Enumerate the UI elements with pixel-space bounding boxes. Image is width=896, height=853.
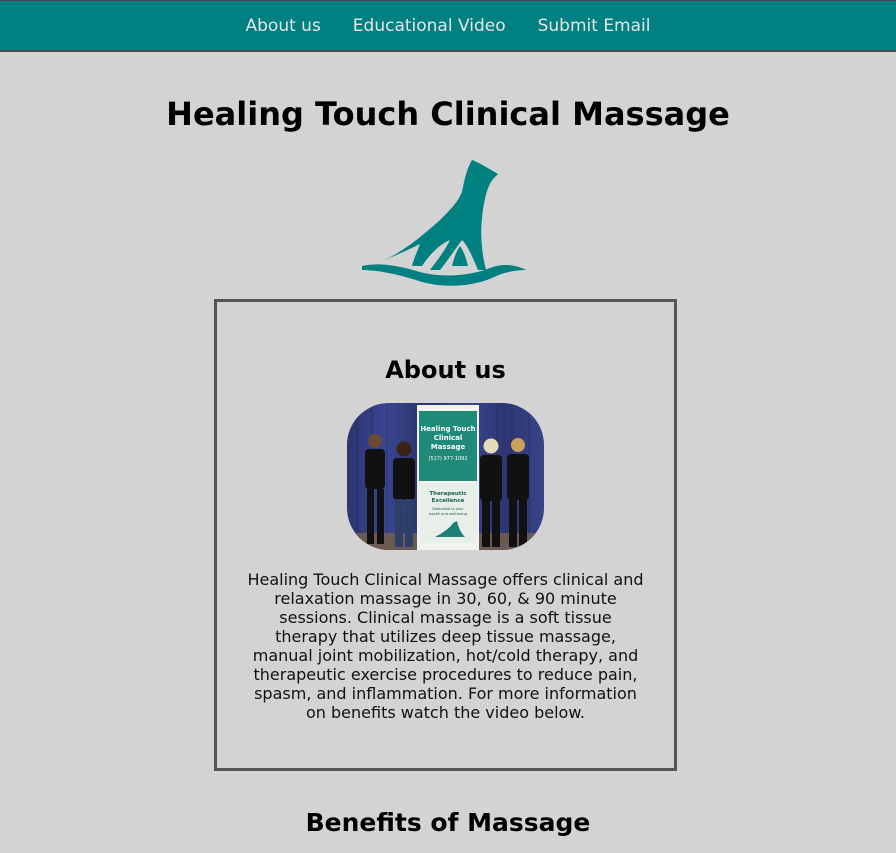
svg-text:Dedicated to your: Dedicated to your [432,507,464,511]
hand-on-rocker-logo-icon [362,160,526,286]
svg-text:Therapeutic: Therapeutic [429,491,466,497]
svg-text:health and well-being: health and well-being [429,512,467,516]
svg-text:Clinical: Clinical [434,434,463,442]
top-navbar: About us Educational Video Submit Email [0,0,896,52]
nav-link-about-us[interactable]: About us [246,16,321,36]
nav-link-submit-email[interactable]: Submit Email [538,16,651,36]
svg-text:Excellence: Excellence [432,498,465,504]
page-title: Healing Touch Clinical Massage [166,95,730,133]
benefits-heading: Benefits of Massage [305,808,591,837]
svg-text:(517) 977-1092: (517) 977-1092 [428,456,467,462]
team-photo: Healing Touch Clinical Massage (517) 977… [347,403,544,550]
about-description: Healing Touch Clinical Massage offers cl… [247,570,644,722]
nav-link-educational-video[interactable]: Educational Video [353,16,506,36]
svg-text:Healing Touch: Healing Touch [420,425,475,433]
about-heading: About us [385,356,506,384]
about-section: About us Healing Touch Clinical Massage … [214,299,677,771]
svg-text:Massage: Massage [431,443,466,451]
